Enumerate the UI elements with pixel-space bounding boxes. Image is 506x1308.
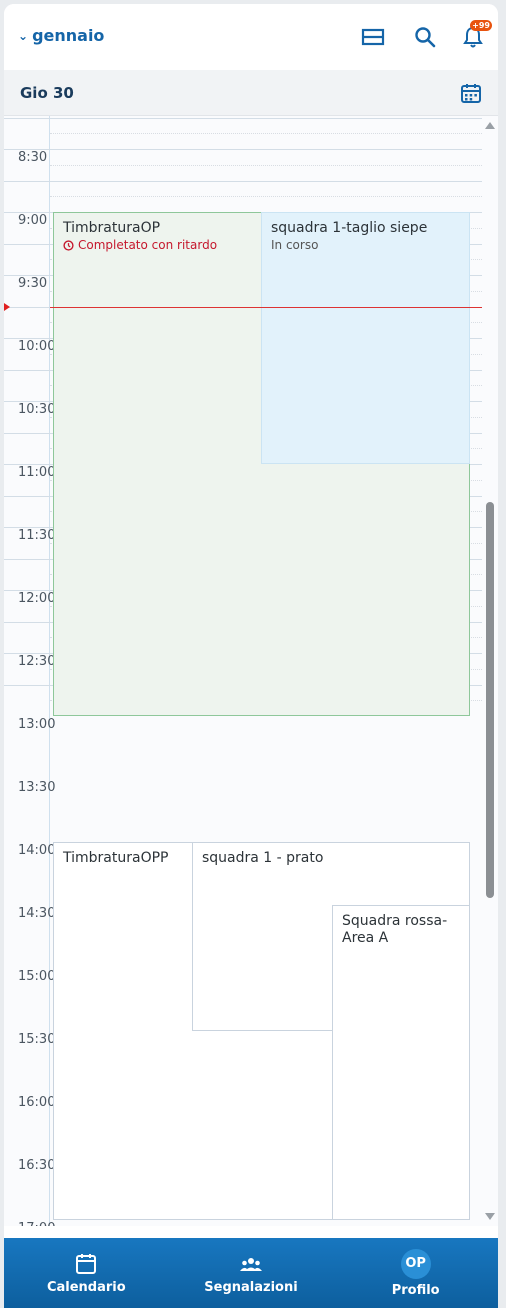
event-title: Squadra rossa-Area A [342, 913, 448, 946]
day-timeline[interactable]: 8:30 9:00 9:30 10:00 10:30 11:00 11:30 12:00 12:… [4, 116, 498, 1226]
event-title: squadra 1-taglio siepe [271, 220, 428, 236]
event-status: Completato con ritardo [78, 238, 218, 252]
tab-profilo[interactable]: OP Profilo [333, 1238, 498, 1308]
time-label: 10:00 [18, 339, 56, 354]
header: ⌄ gennaio +99 [4, 4, 498, 70]
current-time-line [50, 306, 482, 308]
grid-line [4, 149, 482, 150]
app-frame: ⌄ gennaio +99 Gio 30 8:30 9:00 9:30 10:0… [4, 4, 498, 1308]
time-label: 12:00 [18, 591, 56, 606]
avatar: OP [400, 1248, 431, 1279]
grid-line [50, 133, 482, 135]
time-label: 9:30 [18, 276, 48, 291]
bottom-tab-bar: Calendario Segnalazioni OP Profilo [4, 1238, 498, 1308]
scroll-down-arrow[interactable] [485, 1213, 495, 1220]
time-label: 16:00 [18, 1095, 56, 1110]
time-label: 14:00 [18, 843, 56, 858]
grid-line [4, 180, 482, 182]
event-status: In corso [271, 238, 319, 252]
time-label: 13:30 [18, 780, 56, 795]
chevron-down-icon: ⌄ [18, 28, 29, 43]
search-button[interactable] [412, 24, 438, 50]
time-label: 10:30 [18, 402, 56, 417]
day-bar: Gio 30 [4, 70, 498, 116]
date-picker-button[interactable] [460, 82, 482, 104]
search-icon [415, 27, 436, 48]
time-label: 12:30 [18, 654, 56, 669]
tab-calendario[interactable]: Calendario [4, 1238, 169, 1308]
scroll-up-arrow[interactable] [485, 122, 495, 129]
tab-label: Segnalazioni [204, 1279, 298, 1295]
tab-label: Profilo [391, 1282, 440, 1298]
current-time-marker [4, 302, 10, 311]
view-toggle-button[interactable] [360, 24, 386, 50]
time-label: 16:30 [18, 1158, 56, 1173]
calendar-icon [461, 84, 481, 103]
scrollbar[interactable] [482, 116, 498, 1226]
time-label: 13:00 [18, 717, 56, 732]
scroll-thumb[interactable] [486, 502, 494, 898]
clock-alert-icon [63, 239, 74, 251]
people-icon [240, 1257, 262, 1271]
calendar-event[interactable]: Squadra rossa-Area A [332, 905, 470, 1220]
grid-line [50, 196, 482, 198]
time-label: 17:00 [18, 1221, 55, 1226]
notifications-button[interactable]: +99 [460, 20, 492, 50]
event-title: squadra 1 - prato [202, 850, 324, 866]
month-label: gennaio [32, 26, 105, 45]
time-label: 15:30 [18, 1032, 56, 1047]
time-label: 8:30 [18, 150, 48, 165]
month-selector[interactable]: ⌄ gennaio [18, 26, 104, 45]
notification-badge: +99 [470, 20, 492, 31]
time-label: 11:00 [18, 465, 56, 480]
view-list-icon [361, 28, 385, 46]
grid-line [50, 164, 482, 166]
tab-label: Calendario [46, 1279, 126, 1295]
time-label: 9:00 [18, 213, 48, 228]
time-label: 14:30 [18, 906, 56, 921]
day-label: Gio 30 [20, 84, 74, 102]
grid-line [4, 117, 482, 119]
calendar-icon [76, 1253, 97, 1274]
time-label: 15:00 [18, 969, 56, 984]
calendar-event[interactable]: squadra 1-taglio siepe In corso [261, 212, 470, 464]
tab-segnalazioni[interactable]: Segnalazioni [169, 1238, 334, 1308]
time-label: 11:30 [18, 528, 56, 543]
